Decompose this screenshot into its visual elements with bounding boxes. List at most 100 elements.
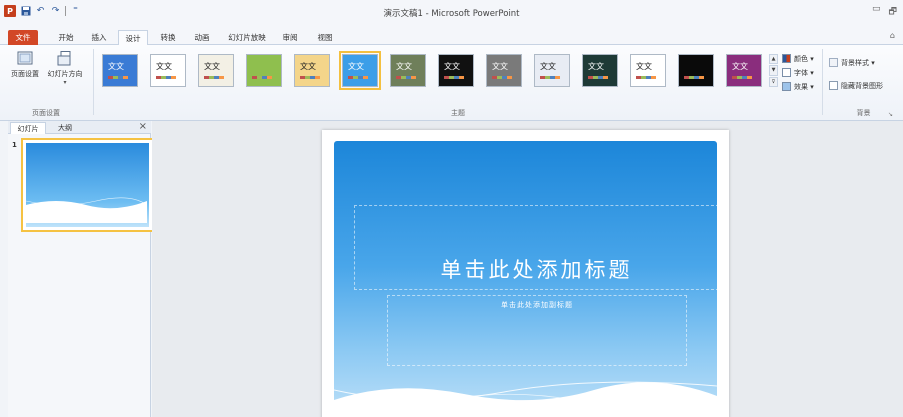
theme-color-bar (204, 76, 224, 79)
page-setup-button[interactable]: 页面设置 (6, 51, 44, 79)
theme-thumbnail[interactable] (678, 54, 714, 87)
slide: 单击此处添加标题 单击此处添加副标题 (322, 130, 729, 417)
theme-color-bar (252, 76, 272, 79)
tab-animations[interactable]: 动画 (188, 30, 216, 45)
gallery-up-icon[interactable]: ▲ (769, 54, 778, 65)
slide-orientation-button[interactable]: 幻灯片方向 ▾ (46, 51, 84, 86)
slide-orientation-label: 幻灯片方向 (47, 70, 83, 78)
theme-thumbnail[interactable]: 文文 (102, 54, 138, 87)
theme-thumbnail-text: 文文 (108, 62, 124, 71)
page-setup-label: 页面设置 (11, 70, 39, 78)
fonts-label: 字体 ▾ (794, 68, 814, 77)
hide-background-graphics-label: 隐藏背景图形 (841, 81, 883, 90)
subtitle-placeholder[interactable]: 单击此处添加副标题 (387, 295, 687, 366)
fonts-button[interactable]: 字体 ▾ (782, 67, 814, 78)
theme-thumbnail-text: 文文 (156, 62, 172, 71)
theme-thumbnail[interactable]: 文文 (630, 54, 666, 87)
tab-outline[interactable]: 大纲 (50, 122, 80, 134)
title-placeholder-text: 单击此处添加标题 (440, 258, 633, 282)
theme-color-bar (348, 76, 368, 79)
theme-color-bar (300, 76, 320, 79)
panel-tabs: 幻灯片 大纲 × (8, 121, 151, 134)
themes-group-label: 主题 (451, 109, 465, 117)
background-styles-label: 背景样式 ▾ (841, 58, 875, 67)
window-title: 演示文稿1 - Microsoft PowerPoint (383, 9, 520, 19)
background-styles-button[interactable]: 背景样式 ▾ (829, 57, 875, 68)
theme-color-bar (108, 76, 128, 79)
window-controls: ▭ 🗗 (872, 4, 897, 20)
colors-icon (782, 54, 791, 63)
slide-orientation-icon (56, 51, 74, 67)
gallery-down-icon[interactable]: ▼ (769, 65, 778, 76)
tab-transitions[interactable]: 转换 (155, 30, 181, 45)
theme-color-bar (156, 76, 176, 79)
theme-thumbnail-text: 文文 (444, 62, 460, 71)
theme-color-bar (732, 76, 752, 79)
theme-color-bar (396, 76, 416, 79)
restore-icon[interactable]: 🗗 (889, 4, 897, 20)
title-bar: P ↶ ↷ ⁼ 演示文稿1 - Microsoft PowerPoint ▭ 🗗 (0, 0, 903, 28)
theme-thumbnail[interactable]: 文文 (534, 54, 570, 87)
theme-thumbnail-text: 文文 (396, 62, 412, 71)
minimize-ribbon-icon[interactable]: ▭ (872, 4, 881, 20)
decorative-wave (334, 381, 717, 417)
tab-design[interactable]: 设计 (118, 30, 148, 46)
theme-thumbnail-text: 文文 (732, 62, 748, 71)
tab-review[interactable]: 审阅 (277, 30, 303, 45)
theme-thumbnail[interactable]: 文文 (390, 54, 426, 87)
effects-button[interactable]: 效果 ▾ (782, 81, 814, 92)
theme-color-bar (492, 76, 512, 79)
slides-panel: 幻灯片 大纲 × 1 (8, 121, 154, 417)
theme-thumbnail[interactable]: 文文 (339, 51, 381, 90)
theme-thumbnail[interactable]: 文文 (438, 54, 474, 87)
theme-color-bar (444, 76, 464, 79)
tab-file[interactable]: 文件 (8, 30, 38, 45)
slide-thumbnail[interactable] (21, 138, 154, 232)
themes-group: 文文 文文 文文 文文 文文 文文 文文 文文 文文 文文 文文 文文 ▲ ▼ ⊽ 颜色 ▾ 字体 ▾… (96, 45, 820, 121)
help-icon[interactable]: ⌂ (890, 31, 895, 40)
theme-thumbnail-text: 文文 (540, 62, 556, 71)
dialog-launcher-icon[interactable]: ↘ (888, 111, 893, 118)
slide-number: 1 (12, 141, 17, 149)
theme-thumbnail-text: 文文 (348, 62, 364, 71)
gallery-more-icon[interactable]: ⊽ (769, 76, 778, 87)
theme-color-bar (636, 76, 656, 79)
close-panel-icon[interactable]: × (139, 121, 147, 132)
tab-slideshow[interactable]: 幻灯片放映 (225, 30, 269, 45)
theme-thumbnail[interactable]: 文文 (486, 54, 522, 87)
ribbon-tabs: 文件 开始 插入 设计 转换 动画 幻灯片放映 审阅 视图 ⌂ (0, 28, 903, 46)
theme-thumbnail[interactable]: 文文 (198, 54, 234, 87)
theme-thumbnail[interactable]: 文文 (294, 54, 330, 87)
page-setup-group: 页面设置 幻灯片方向 ▾ 页面设置 (0, 45, 92, 121)
theme-color-bar (588, 76, 608, 79)
theme-thumbnail-text: 文文 (588, 62, 604, 71)
theme-thumbnail-text: 文文 (204, 62, 220, 71)
page-setup-group-label: 页面设置 (32, 109, 60, 117)
group-divider (822, 49, 823, 115)
theme-thumbnail[interactable] (246, 54, 282, 87)
checkbox-icon (829, 81, 838, 90)
tab-slides[interactable]: 幻灯片 (10, 122, 46, 134)
subtitle-placeholder-text: 单击此处添加副标题 (501, 301, 573, 309)
theme-thumbnail[interactable]: 文文 (150, 54, 186, 87)
theme-thumbnail[interactable]: 文文 (582, 54, 618, 87)
dropdown-arrow-icon: ▾ (63, 79, 67, 86)
theme-color-bar (684, 76, 704, 79)
theme-thumbnail-text: 文文 (300, 62, 316, 71)
theme-thumbnail-text: 文文 (636, 62, 652, 71)
theme-color-bar (540, 76, 560, 79)
page-setup-icon (16, 51, 34, 67)
background-styles-icon (829, 58, 838, 67)
theme-thumbnail[interactable]: 文文 (726, 54, 762, 87)
colors-button[interactable]: 颜色 ▾ (782, 53, 814, 64)
tab-home[interactable]: 开始 (52, 30, 80, 45)
fonts-icon (782, 68, 791, 77)
tab-view[interactable]: 视图 (312, 30, 338, 45)
effects-icon (782, 82, 791, 91)
hide-background-graphics-checkbox[interactable]: 隐藏背景图形 (829, 80, 883, 91)
colors-label: 颜色 ▾ (794, 54, 814, 63)
theme-thumbnail-text: 文文 (492, 62, 508, 71)
title-placeholder[interactable]: 单击此处添加标题 (354, 205, 717, 290)
background-group: 背景样式 ▾ 隐藏背景图形 背景 ↘ (824, 45, 903, 121)
tab-insert[interactable]: 插入 (86, 30, 112, 45)
